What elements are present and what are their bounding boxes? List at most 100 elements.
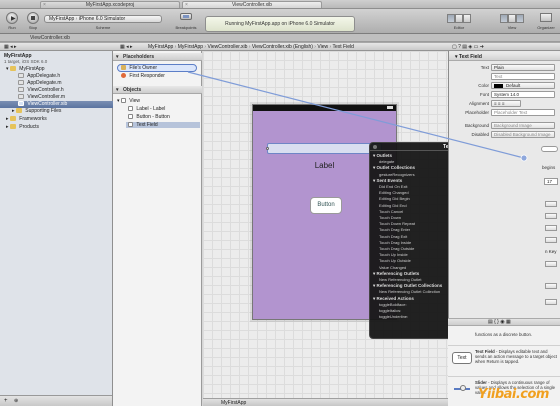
alignment-segmented[interactable]: ≡ ≡ ≡	[491, 100, 521, 107]
font-field[interactable]: System 14.0	[491, 91, 555, 98]
toolbar: ▶ Run Stop MyFirstApp › iPhone 6.0 Simul…	[0, 9, 560, 34]
scheme-device: iPhone 6.0 Simulator	[78, 16, 126, 22]
library-tab-bar: ▤ { } ◉ ▦	[448, 319, 560, 326]
keyboard-popup[interactable]	[545, 225, 557, 231]
document-tab-bar: ViewController.xib	[0, 34, 560, 42]
tab-xib-label: ViewController.xib	[232, 2, 272, 8]
breadcrumb-item[interactable]: MyFirstApp	[148, 44, 173, 50]
jumpbar-related-icon[interactable]: ▦ ◂ ▸	[120, 43, 133, 51]
canvas-bottom-label: MyFirstApp	[221, 400, 247, 406]
close-tab-icon[interactable]: ×	[185, 2, 188, 9]
disclosure-closed-icon: ▸	[6, 124, 9, 130]
hud-section-header[interactable]: ▾ Referencing Outlet Collections	[373, 283, 442, 289]
correction-popup[interactable]	[545, 213, 557, 219]
library-item-textfield[interactable]: Text Text Field - Displays editable text…	[448, 347, 560, 377]
status-bar	[253, 105, 396, 111]
jump-bar: ▦ ◂ ▸ ▦ ◂ ▸ MyFirstApp › MyFirstApp › Vi…	[0, 42, 560, 51]
align-center-icon: ≡	[497, 101, 501, 106]
hud-section-header[interactable]: ▾ Sent Events	[373, 178, 402, 184]
document-tab[interactable]: ViewController.xib	[30, 35, 70, 41]
tag-field[interactable]	[545, 299, 557, 305]
inspector-row-font: Font System 14.0	[449, 90, 560, 99]
button-icon	[128, 114, 133, 120]
source-file-icon	[18, 80, 24, 86]
capitalization-popup[interactable]	[545, 201, 557, 207]
label-icon	[128, 106, 133, 112]
align-left-icon: ≡	[494, 101, 497, 106]
outline-item-label[interactable]: Label - Label	[128, 106, 165, 112]
toggle-utilities-button[interactable]	[516, 14, 524, 23]
resize-handle[interactable]	[266, 147, 269, 150]
outline-item-button[interactable]: Button - Button	[128, 114, 170, 120]
return-key-popup[interactable]	[545, 261, 557, 267]
text-field[interactable]	[266, 143, 382, 154]
disclosure-open-icon: ▾	[455, 54, 458, 60]
hud-section-header[interactable]: ▾ Received Actions	[373, 296, 414, 302]
breadcrumb-item[interactable]: Text Field	[332, 44, 353, 50]
breadcrumb-item[interactable]: View	[317, 44, 328, 50]
cube-icon	[121, 65, 126, 71]
objects-header[interactable]: ▾ Objects	[113, 86, 202, 94]
min-font-size-field[interactable]: 17	[544, 178, 558, 185]
nav-item-file[interactable]: ViewController.m	[0, 94, 113, 101]
standard-editor-button[interactable]	[447, 14, 455, 23]
activity-viewer: Running MyFirstApp.app on iPhone 6.0 Sim…	[205, 16, 355, 32]
run-button[interactable]: ▶	[6, 12, 18, 24]
nav-item-group[interactable]: ▸ Supporting Files	[0, 108, 113, 115]
files-owner-item[interactable]: File's Owner	[117, 64, 197, 72]
library-item-button[interactable]: functions as a discrete button.	[448, 326, 560, 346]
inspector-row-background: Background Background Image	[449, 121, 560, 130]
hud-section-header[interactable]: ▾ Outlets	[373, 153, 392, 159]
text-value-field[interactable]: Text	[491, 73, 555, 80]
nav-item-file[interactable]: AppDelegate.h	[0, 73, 113, 80]
tab-project[interactable]: × MyFirstApp.xcodeproj	[40, 1, 180, 8]
content-mode-popup[interactable]	[545, 283, 557, 289]
appearance-popup[interactable]	[545, 237, 557, 243]
nav-item-file-selected[interactable]: ViewController.xib	[0, 101, 113, 108]
border-style-control[interactable]	[541, 146, 558, 152]
inspector-tab-icons[interactable]: ▢ ? ▤ ◈ ▭ ➜	[452, 43, 484, 51]
first-responder-item[interactable]: First Responder	[121, 73, 165, 79]
stop-icon	[31, 16, 35, 20]
tab-xib[interactable]: × ViewController.xib	[182, 1, 322, 8]
nav-item-file[interactable]: ViewController.h	[0, 87, 113, 94]
folder-icon	[9, 116, 16, 122]
nav-item-group[interactable]: ▾ MyFirstApp	[0, 66, 113, 73]
version-editor-button[interactable]	[463, 14, 471, 23]
assistant-editor-button[interactable]	[455, 14, 463, 23]
library-tab-icons[interactable]: ▤ { } ◉ ▦	[488, 319, 511, 325]
hud-section-header[interactable]: ▾ Referencing Outlets	[373, 271, 419, 277]
folder-icon	[15, 108, 22, 114]
close-tab-icon[interactable]: ×	[43, 2, 46, 9]
scheme-popup[interactable]: MyFirstApp › iPhone 6.0 Simulator	[44, 15, 162, 23]
text-type-popup[interactable]: Plain	[491, 64, 555, 71]
toggle-navigator-button[interactable]	[500, 14, 508, 23]
activity-title: Running MyFirstApp.app on iPhone 6.0 Sim…	[225, 21, 335, 27]
organizer-label: Organizer	[537, 25, 555, 30]
nav-item-file[interactable]: AppDelegate.m	[0, 80, 113, 87]
hud-section-header[interactable]: ▾ Outlet Collections	[373, 165, 415, 171]
filter-icon[interactable]: ⊕	[14, 398, 18, 404]
add-icon[interactable]: +	[4, 398, 8, 404]
nav-item-group[interactable]: ▸ Products	[0, 124, 113, 131]
stop-button[interactable]	[27, 12, 39, 24]
stop-label: Stop	[28, 25, 38, 30]
outline-item-view[interactable]: ▾ View	[117, 98, 140, 104]
placeholder-field[interactable]: Placeholder Text	[491, 109, 555, 116]
organizer-button[interactable]	[540, 13, 552, 22]
run-label: Run	[8, 25, 16, 30]
window-tab-strip: × MyFirstApp.xcodeproj × ViewController.…	[0, 0, 560, 9]
disclosure-open-icon: ▾	[6, 66, 9, 72]
toggle-debug-button[interactable]	[508, 14, 516, 23]
breadcrumb-item[interactable]: MyFirstApp	[178, 44, 203, 50]
button-view[interactable]: Button	[310, 197, 342, 214]
breadcrumb-item[interactable]: ViewController.xib	[207, 44, 247, 50]
outline-item-textfield[interactable]: Text Field	[126, 122, 200, 128]
background-image-popup[interactable]: Background Image	[491, 122, 555, 129]
disabled-image-popup[interactable]: Disabled Background Image	[491, 131, 555, 138]
breadcrumb-item[interactable]: ViewController.xib (English)	[252, 44, 313, 50]
breakpoints-button[interactable]	[180, 13, 192, 20]
placeholders-header[interactable]: ▾ Placeholders	[113, 53, 202, 61]
color-popup[interactable]: Default	[491, 82, 555, 89]
nav-item-group[interactable]: ▸ Frameworks	[0, 116, 113, 123]
